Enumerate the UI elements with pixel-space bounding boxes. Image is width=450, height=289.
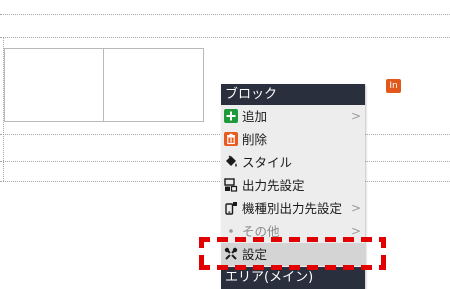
menu-item-label: スタイル — [242, 155, 293, 170]
bullet-icon — [224, 224, 238, 238]
callout-dash — [343, 265, 354, 270]
submenu-arrow: > — [350, 201, 361, 215]
callout-dash — [361, 237, 372, 242]
plus-icon — [224, 109, 238, 123]
output-target-icon — [224, 178, 238, 192]
status-badge[interactable]: In — [386, 79, 401, 93]
callout-dash — [289, 237, 300, 242]
paint-bucket-icon — [224, 155, 238, 169]
callout-dash — [307, 265, 318, 270]
divider-top — [0, 14, 450, 15]
callout-dash — [235, 265, 246, 270]
menu-item-label: 設定 — [242, 247, 268, 262]
menu-header: ブロック — [221, 84, 365, 105]
callout-dash — [381, 237, 386, 248]
callout-dash — [361, 265, 372, 270]
callout-dash — [217, 265, 228, 270]
callout-dash — [199, 255, 204, 266]
menu-item-device-output[interactable]: 機種別出力先設定 > — [221, 197, 365, 220]
content-block-right[interactable] — [103, 48, 204, 122]
content-block-left[interactable] — [4, 48, 104, 122]
callout-dash — [271, 237, 282, 242]
menu-item-label: 削除 — [242, 132, 268, 147]
callout-dash — [217, 237, 228, 242]
menu-item-delete[interactable]: 削除 — [221, 128, 365, 151]
menu-item-label: 出力先設定 — [242, 178, 305, 193]
menu-section-header: エリア(メイン) — [221, 267, 365, 289]
menu-item-style[interactable]: スタイル — [221, 151, 365, 174]
menu-item-add[interactable]: 追加 > — [221, 105, 365, 128]
menu-item-label: 追加 — [242, 109, 268, 124]
callout-dash — [271, 265, 282, 270]
menu-item-label: 機種別出力先設定 — [242, 201, 343, 216]
trash-icon — [224, 132, 238, 146]
callout-dash — [289, 265, 300, 270]
callout-dash — [235, 237, 246, 242]
wrench-icon — [224, 247, 238, 261]
menu-item-output-target[interactable]: 出力先設定 — [221, 174, 365, 197]
divider-row — [0, 37, 450, 38]
callout-dash — [325, 265, 336, 270]
callout-dash — [307, 237, 318, 242]
callout-dash — [381, 255, 386, 266]
callout-dash — [325, 237, 336, 242]
mobile-device-icon — [224, 201, 238, 215]
callout-dash — [253, 265, 264, 270]
menu-item-settings[interactable]: 設定 — [221, 243, 365, 266]
callout-dash — [199, 237, 204, 248]
callout-dash — [253, 237, 264, 242]
callout-dash — [343, 237, 354, 242]
submenu-arrow: > — [350, 109, 361, 123]
block-context-menu: ブロック 追加 > 削除 スタイル 出力先設定 機種別出力先設定 > その他 >… — [221, 84, 365, 289]
